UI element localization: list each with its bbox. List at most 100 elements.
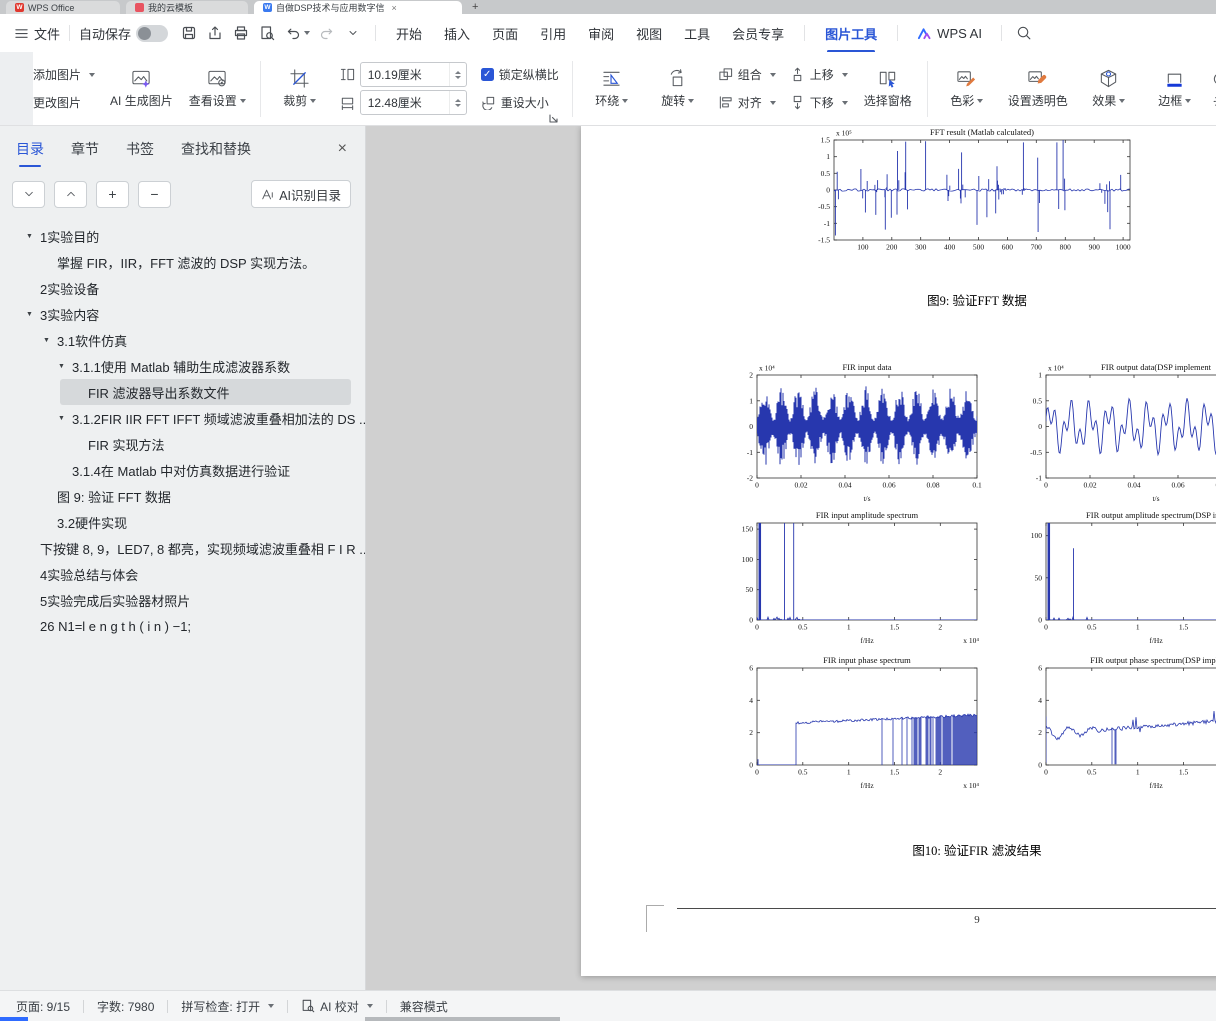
export-button[interactable] (202, 21, 228, 45)
document-tab-active[interactable]: W 自做DSP技术与应用数字信 × (254, 1, 462, 14)
figure-fir-output[interactable]: 00.020.040.060.0810.50-0.5-1FIR output d… (1016, 361, 1216, 513)
width-stepper[interactable] (449, 91, 466, 114)
lock-aspect-ratio-checkbox[interactable]: ✓ 锁定纵横比 (478, 63, 562, 87)
undo-button[interactable] (280, 21, 314, 45)
new-tab-button[interactable]: + (472, 1, 478, 14)
brightness-increase-icon[interactable] (1212, 91, 1216, 109)
figure-in-amp[interactable]: 00.511.52150100500FIR input amplitude sp… (727, 509, 989, 655)
toc-item-9[interactable]: 3.1.4在 Matlab 中对仿真数据进行验证 (0, 457, 365, 483)
ai-generate-picture-button[interactable]: AI 生成图片 (106, 58, 177, 120)
sidebar-tab-bookmarks[interactable]: 书签 (126, 139, 154, 159)
print-button[interactable] (228, 21, 254, 45)
menu-item-7[interactable]: 会员专享 (732, 24, 784, 43)
autosave-control[interactable]: 自动保存 (79, 24, 168, 43)
status-compat-mode[interactable]: 兼容模式 (400, 998, 448, 1015)
figure-out-phase[interactable]: 00.511.56420FIR output phase spectrum(DS… (1016, 654, 1216, 800)
wrap-text-button[interactable]: 环绕 (583, 58, 641, 120)
figure-in-phase[interactable]: 00.511.526420FIR input phase spectrumf/H… (727, 654, 989, 800)
toc-item-6[interactable]: FIR 滤波器导出系数文件 (60, 379, 351, 405)
menu-item-3[interactable]: 引用 (540, 24, 566, 43)
move-down-button[interactable]: 下移 (787, 91, 851, 115)
toc-item-0[interactable]: ▼1实验目的 (0, 223, 365, 249)
app-tab-wps-office[interactable]: W WPS Office (6, 1, 120, 14)
figure-fft[interactable]: 10020030040050060070080090010001.510.50-… (804, 126, 1142, 261)
crop-button[interactable]: 裁剪 (271, 58, 329, 120)
width-field[interactable]: 12.48厘米 (360, 90, 467, 115)
height-stepper[interactable] (449, 63, 466, 86)
group-button[interactable]: 组合 (715, 63, 779, 87)
border-button[interactable]: 边框 (1146, 58, 1204, 120)
toc-item-8[interactable]: FIR 实现方法 (0, 431, 365, 457)
more-commands-button[interactable] (340, 21, 366, 45)
app-tab-templates[interactable]: 我的云模板 (126, 1, 248, 14)
autosave-toggle[interactable] (136, 25, 168, 42)
ai-recognize-toc-button[interactable]: AI识别目录 (251, 180, 351, 208)
status-ai-proofread[interactable]: AI 校对 (301, 998, 373, 1015)
move-up-button[interactable]: 上移 (787, 63, 851, 87)
toc-item-3[interactable]: ▼3实验内容 (0, 301, 365, 327)
view-settings-label: 查看设置 (189, 92, 237, 109)
toc-collapse-arrow-icon[interactable]: ▼ (43, 337, 57, 344)
sidebar-tab-find-replace[interactable]: 查找和替换 (181, 139, 251, 159)
toc-collapse-arrow-icon[interactable]: ▼ (26, 233, 40, 240)
menu-item-4[interactable]: 审阅 (588, 24, 614, 43)
search-button[interactable] (1011, 21, 1037, 45)
print-preview-button[interactable] (254, 21, 280, 45)
toc-list: ▼1实验目的掌握 FIR，IIR，FFT 滤波的 DSP 实现方法。 2实验设备 ▼… (0, 223, 365, 639)
menu-item-0[interactable]: 开始 (396, 24, 422, 43)
toc-collapse-button[interactable]: − (138, 181, 171, 208)
align-button[interactable]: 对齐 (715, 91, 779, 115)
figure-10-caption[interactable]: 图10: 验证FIR 滤波结果 (827, 840, 1127, 859)
toc-item-1[interactable]: 掌握 FIR，IIR，FFT 滤波的 DSP 实现方法。 (0, 249, 365, 275)
sidebar-tab-chapters[interactable]: 章节 (71, 139, 99, 159)
toc-item-14[interactable]: 5实验完成后实验器材照片 (0, 587, 365, 613)
menu-item-5[interactable]: 视图 (636, 24, 662, 43)
set-transparent-color-button[interactable]: 设置透明色 (1004, 58, 1072, 120)
status-spellcheck[interactable]: 拼写检查: 打开 (181, 998, 274, 1015)
height-field[interactable]: 10.19厘米 (360, 62, 467, 87)
contrast-increase-icon[interactable] (1212, 69, 1216, 87)
figure-fir-input[interactable]: 00.020.040.060.080.1210-1-2FIR input dat… (727, 361, 989, 513)
rotate-button[interactable]: 旋转 (649, 58, 707, 120)
toc-item-13[interactable]: 4实验总结与体会 (0, 561, 365, 587)
menu-item-2[interactable]: 页面 (492, 24, 518, 43)
wrap-text-label: 环绕 (595, 92, 619, 109)
toc-item-11[interactable]: 3.2硬件实现 (0, 509, 365, 535)
save-button[interactable] (176, 21, 202, 45)
toc-item-12[interactable]: 下按键 8, 9，LED7, 8 都亮，实现频域滤波重叠相 F I R ... (0, 535, 365, 561)
document-page[interactable]: 图9: 验证FFT 数据 图10: 验证FIR 滤波结果 9 100200300… (581, 126, 1216, 976)
view-settings-button[interactable]: 查看设置 (185, 58, 250, 120)
toc-next-button[interactable] (12, 181, 45, 208)
toc-item-15[interactable]: 26 N1=l e n g t h ( i n ) −1; (0, 613, 365, 639)
file-menu-button[interactable]: 文件 (14, 24, 60, 43)
toc-item-label: 2实验设备 (40, 279, 99, 298)
tab-close-icon[interactable]: × (392, 3, 397, 13)
redo-button[interactable] (314, 21, 340, 45)
toc-collapse-arrow-icon[interactable]: ▼ (26, 311, 40, 318)
wps-ai-button[interactable]: WPS AI (917, 26, 982, 41)
toc-expand-button[interactable]: + (96, 181, 129, 208)
toc-item-label: 3.1.1使用 Matlab 辅助生成滤波器系数 (72, 357, 290, 376)
bring-forward-icon (790, 67, 805, 82)
selection-pane-button[interactable]: 选择窗格 (859, 58, 917, 120)
sidebar-close-icon[interactable]: × (338, 141, 347, 157)
sidebar-tab-toc[interactable]: 目录 (16, 139, 44, 159)
status-page-indicator[interactable]: 页面: 9/15 (16, 998, 70, 1015)
toc-prev-button[interactable] (54, 181, 87, 208)
toc-item-2[interactable]: 2实验设备 (0, 275, 365, 301)
menu-item-1[interactable]: 插入 (444, 24, 470, 43)
toc-item-5[interactable]: ▼3.1.1使用 Matlab 辅助生成滤波器系数 (0, 353, 365, 379)
toc-item-7[interactable]: ▼3.1.2FIR IIR FFT IFFT 频域滤波重叠相加法的 DS ... (0, 405, 365, 431)
status-word-count[interactable]: 字数: 7980 (97, 998, 154, 1015)
toc-item-10[interactable]: 图 9: 验证 FFT 数据 (0, 483, 365, 509)
toc-item-4[interactable]: ▼3.1软件仿真 (0, 327, 365, 353)
menu-item-6[interactable]: 工具 (684, 24, 710, 43)
figure-out-amp[interactable]: 00.511.5100500FIR output amplitude spect… (1016, 509, 1216, 655)
toc-collapse-arrow-icon[interactable]: ▼ (58, 415, 72, 422)
figure-9-caption[interactable]: 图9: 验证FFT 数据 (827, 290, 1127, 309)
toc-collapse-arrow-icon[interactable]: ▼ (58, 363, 72, 370)
effects-button[interactable]: 效果 (1080, 58, 1138, 120)
tab-picture-tools[interactable]: 图片工具 (825, 24, 877, 43)
redo-icon (319, 25, 335, 41)
color-button[interactable]: 色彩 (938, 58, 996, 120)
